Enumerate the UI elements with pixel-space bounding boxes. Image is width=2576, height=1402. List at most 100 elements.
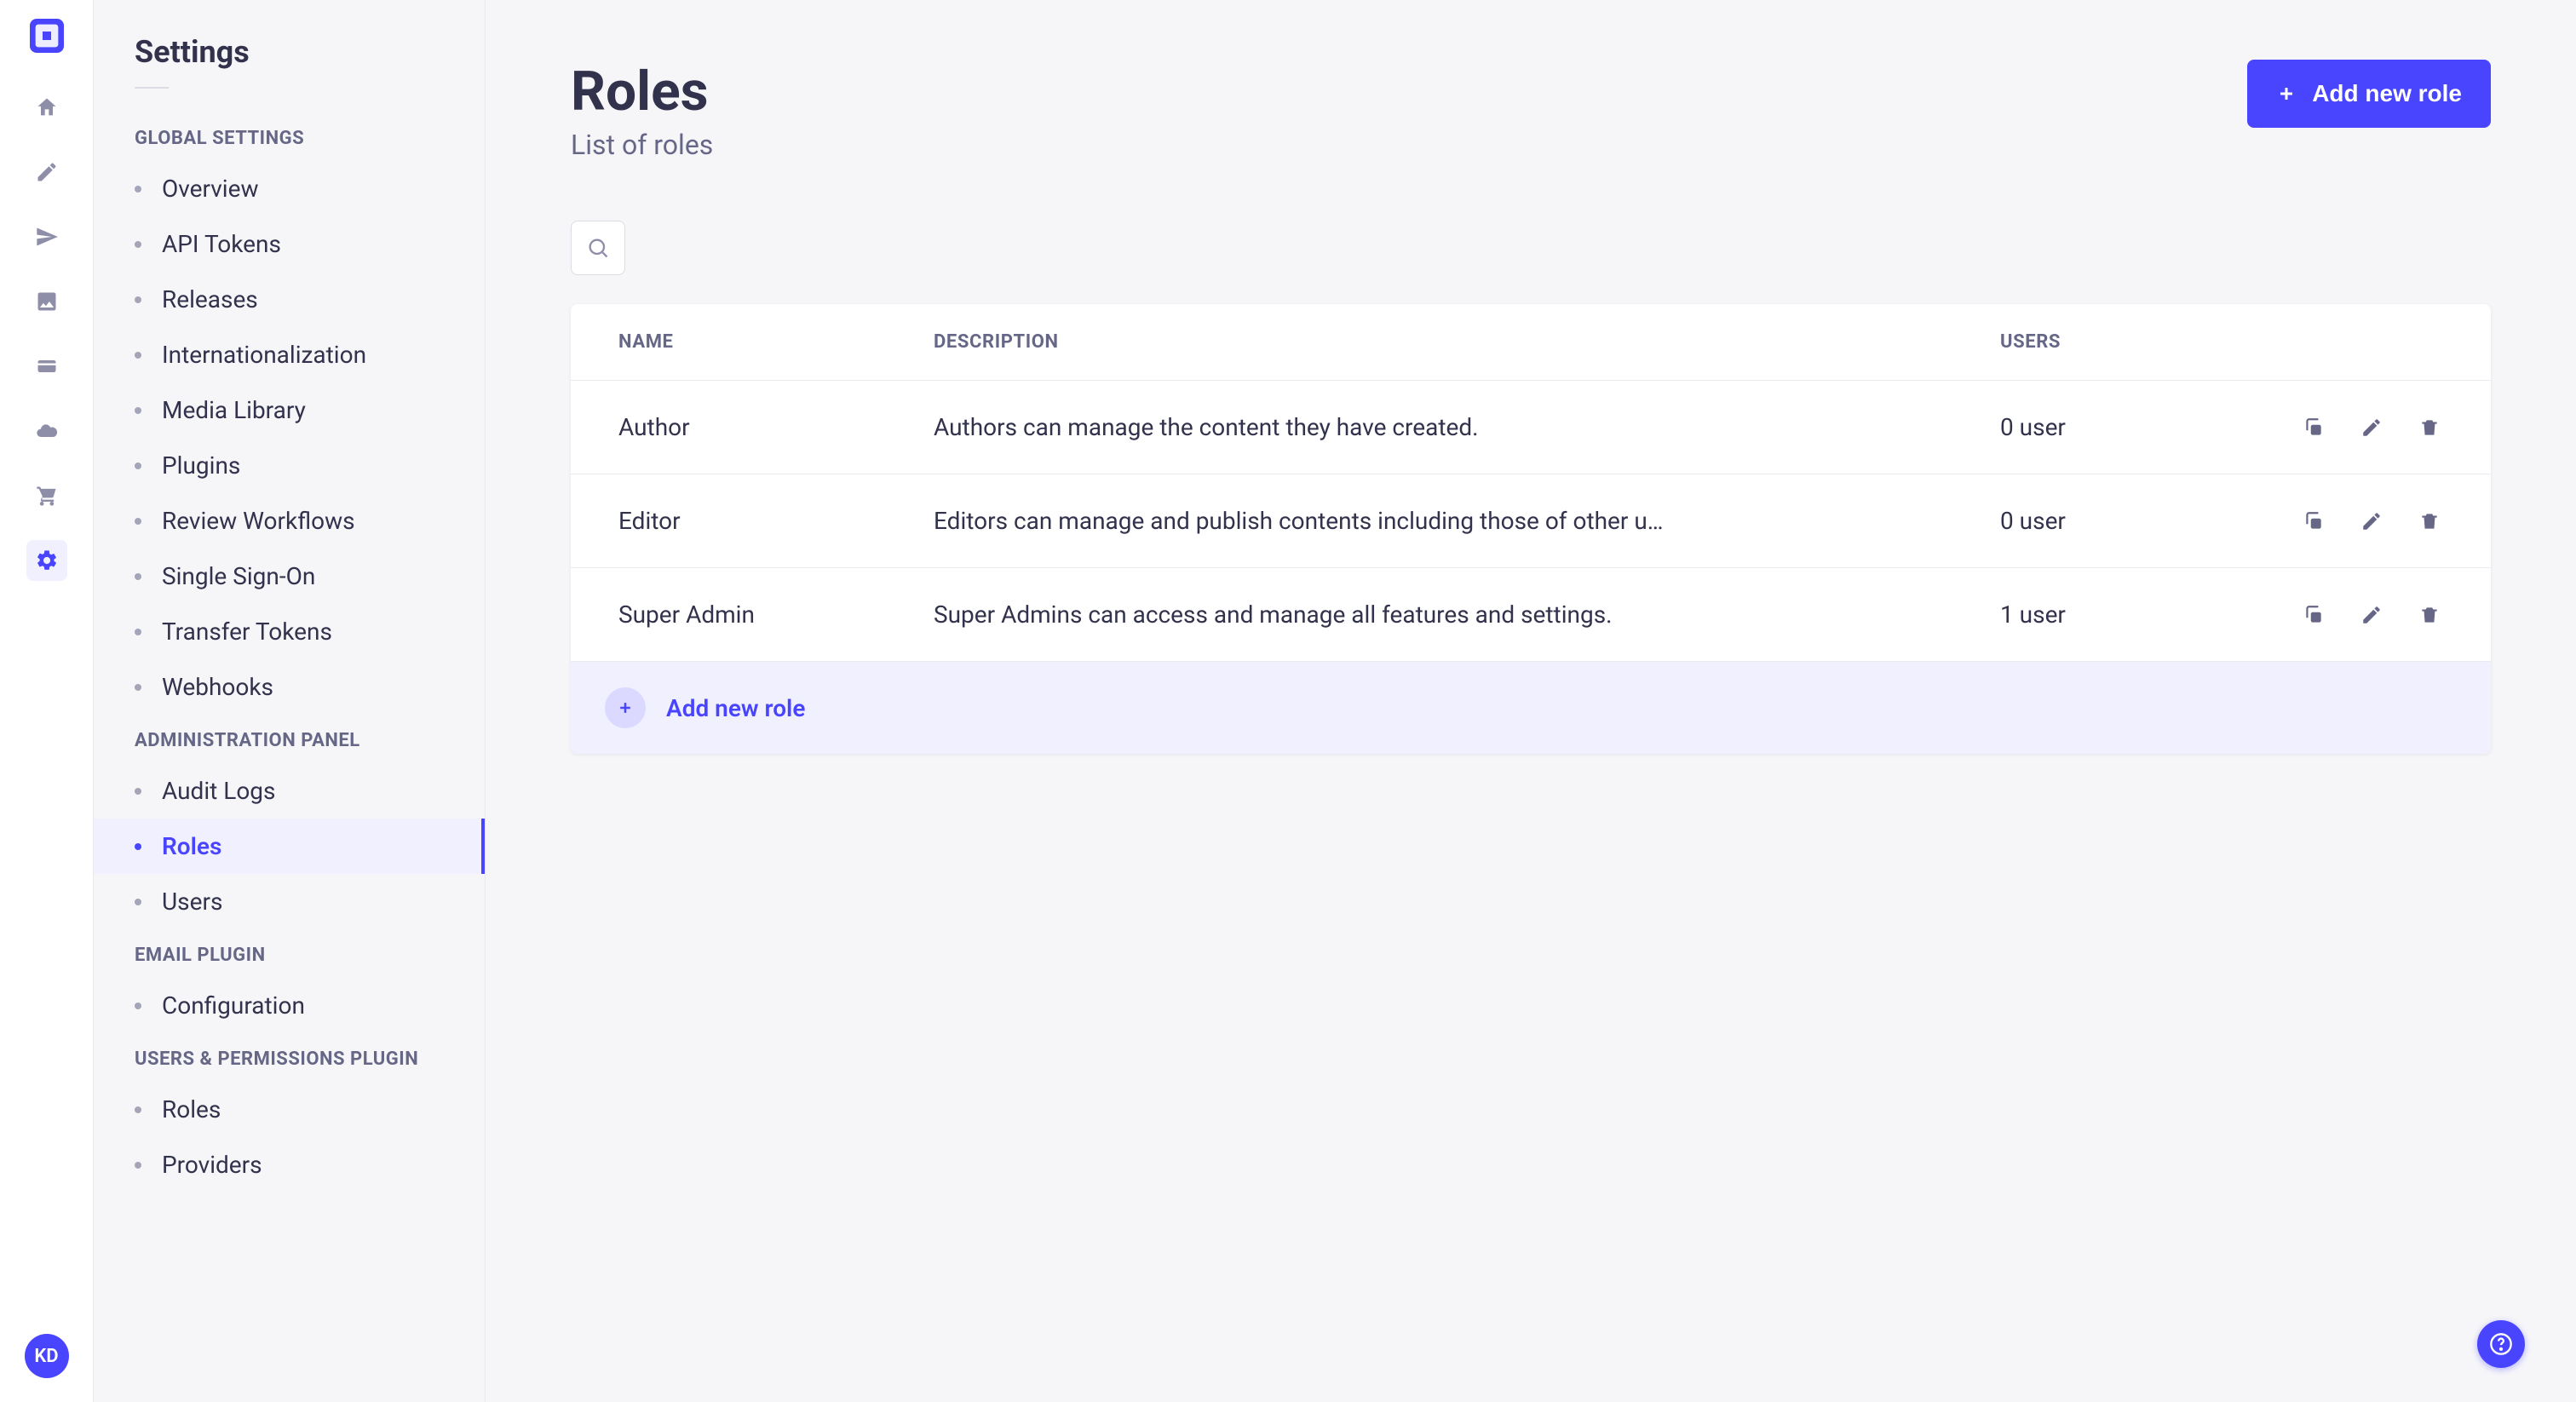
duplicate-button[interactable]	[2300, 414, 2327, 441]
rail-send[interactable]	[26, 216, 67, 257]
cell-description: Authors can manage the content they have…	[934, 413, 2000, 441]
copy-icon	[2303, 510, 2325, 532]
col-header-users: USERS	[2000, 331, 2256, 353]
bullet-icon	[135, 843, 141, 850]
settings-sidebar: Settings GLOBAL SETTINGS Overview API To…	[94, 0, 486, 1402]
send-icon	[35, 225, 59, 249]
sidebar-item-api-tokens[interactable]: API Tokens	[94, 216, 485, 272]
sidebar-item-label: Transfer Tokens	[162, 618, 332, 646]
sidebar-item-audit-logs[interactable]: Audit Logs	[94, 763, 485, 819]
sidebar-section-global: GLOBAL SETTINGS	[94, 112, 485, 161]
sidebar-item-label: Plugins	[162, 451, 240, 480]
footer-label: Add new role	[666, 694, 805, 722]
cell-users: 0 user	[2000, 413, 2256, 441]
bullet-icon	[135, 1003, 141, 1009]
bullet-icon	[135, 463, 141, 469]
trash-icon	[2418, 604, 2441, 626]
cloud-icon	[35, 419, 59, 443]
search-button[interactable]	[571, 221, 625, 275]
bullet-icon	[135, 573, 141, 580]
sidebar-item-media-library[interactable]: Media Library	[94, 382, 485, 438]
logo-icon	[30, 19, 64, 53]
table-row[interactable]: Editor Editors can manage and publish co…	[571, 474, 2491, 568]
col-header-description: DESCRIPTION	[934, 331, 2000, 353]
edit-button[interactable]	[2358, 601, 2385, 629]
delete-button[interactable]	[2416, 414, 2443, 441]
help-button[interactable]	[2477, 1320, 2525, 1368]
pencil-icon	[2360, 604, 2383, 626]
cart-icon	[35, 484, 59, 508]
help-icon	[2489, 1332, 2513, 1356]
sidebar-section-admin: ADMINISTRATION PANEL	[94, 715, 485, 763]
bullet-icon	[135, 629, 141, 635]
cell-description: Super Admins can access and manage all f…	[934, 600, 2000, 629]
sidebar-item-transfer-tokens[interactable]: Transfer Tokens	[94, 604, 485, 659]
table-row[interactable]: Super Admin Super Admins can access and …	[571, 568, 2491, 662]
bullet-icon	[135, 407, 141, 414]
sidebar-item-label: Single Sign-On	[162, 562, 315, 590]
rail-home[interactable]	[26, 87, 67, 128]
rail-cart[interactable]	[26, 475, 67, 516]
sidebar-item-review-workflows[interactable]: Review Workflows	[94, 493, 485, 549]
cell-name: Super Admin	[618, 600, 934, 629]
brand-logo[interactable]	[30, 19, 64, 53]
add-new-role-button[interactable]: Add new role	[2247, 60, 2491, 128]
sidebar-item-label: Review Workflows	[162, 507, 355, 535]
pencil-icon	[2360, 417, 2383, 439]
edit-button[interactable]	[2358, 414, 2385, 441]
sidebar-item-label: Media Library	[162, 396, 306, 424]
delete-button[interactable]	[2416, 508, 2443, 535]
sidebar-item-users[interactable]: Users	[94, 874, 485, 929]
icon-rail: KD	[0, 0, 94, 1402]
sidebar-item-email-config[interactable]: Configuration	[94, 978, 485, 1033]
rail-cloud[interactable]	[26, 411, 67, 451]
sidebar-item-label: API Tokens	[162, 230, 281, 258]
avatar[interactable]: KD	[25, 1334, 69, 1378]
cell-users: 0 user	[2000, 507, 2256, 535]
page-header: Roles List of roles Add new role	[571, 60, 2491, 161]
rail-card[interactable]	[26, 346, 67, 387]
sidebar-section-email: EMAIL PLUGIN	[94, 929, 485, 978]
sidebar-item-overview[interactable]: Overview	[94, 161, 485, 216]
sidebar-item-label: Internationalization	[162, 341, 366, 369]
bullet-icon	[135, 899, 141, 905]
rail-content[interactable]	[26, 152, 67, 192]
plus-icon	[617, 699, 634, 716]
add-new-role-footer[interactable]: Add new role	[571, 662, 2491, 754]
cell-description: Editors can manage and publish contents …	[934, 507, 2000, 535]
duplicate-button[interactable]	[2300, 601, 2327, 629]
duplicate-button[interactable]	[2300, 508, 2327, 535]
bullet-icon	[135, 352, 141, 359]
table-row[interactable]: Author Authors can manage the content th…	[571, 381, 2491, 474]
cell-name: Author	[618, 413, 934, 441]
sidebar-item-i18n[interactable]: Internationalization	[94, 327, 485, 382]
rail-media[interactable]	[26, 281, 67, 322]
rail-settings[interactable]	[26, 540, 67, 581]
col-header-actions	[2256, 331, 2443, 353]
footer-plus-badge	[605, 687, 646, 728]
sidebar-item-releases[interactable]: Releases	[94, 272, 485, 327]
page-title: Roles	[571, 60, 713, 124]
sidebar-item-up-roles[interactable]: Roles	[94, 1082, 485, 1137]
sidebar-item-up-providers[interactable]: Providers	[94, 1137, 485, 1192]
edit-button[interactable]	[2358, 508, 2385, 535]
bullet-icon	[135, 684, 141, 691]
bullet-icon	[135, 1162, 141, 1169]
card-icon	[35, 354, 59, 378]
image-icon	[35, 290, 59, 313]
add-button-label: Add new role	[2312, 80, 2462, 107]
gear-icon	[35, 549, 59, 572]
sidebar-item-roles[interactable]: Roles	[94, 819, 485, 874]
delete-button[interactable]	[2416, 601, 2443, 629]
page-subtitle: List of roles	[571, 129, 713, 161]
sidebar-item-webhooks[interactable]: Webhooks	[94, 659, 485, 715]
sidebar-item-sso[interactable]: Single Sign-On	[94, 549, 485, 604]
copy-icon	[2303, 417, 2325, 439]
sidebar-title: Settings	[94, 34, 485, 87]
sidebar-section-users-permissions: USERS & PERMISSIONS PLUGIN	[94, 1033, 485, 1082]
trash-icon	[2418, 510, 2441, 532]
sidebar-item-plugins[interactable]: Plugins	[94, 438, 485, 493]
sidebar-item-label: Webhooks	[162, 673, 273, 701]
sidebar-item-label: Releases	[162, 285, 258, 313]
roles-table: NAME DESCRIPTION USERS Author Authors ca…	[571, 304, 2491, 754]
